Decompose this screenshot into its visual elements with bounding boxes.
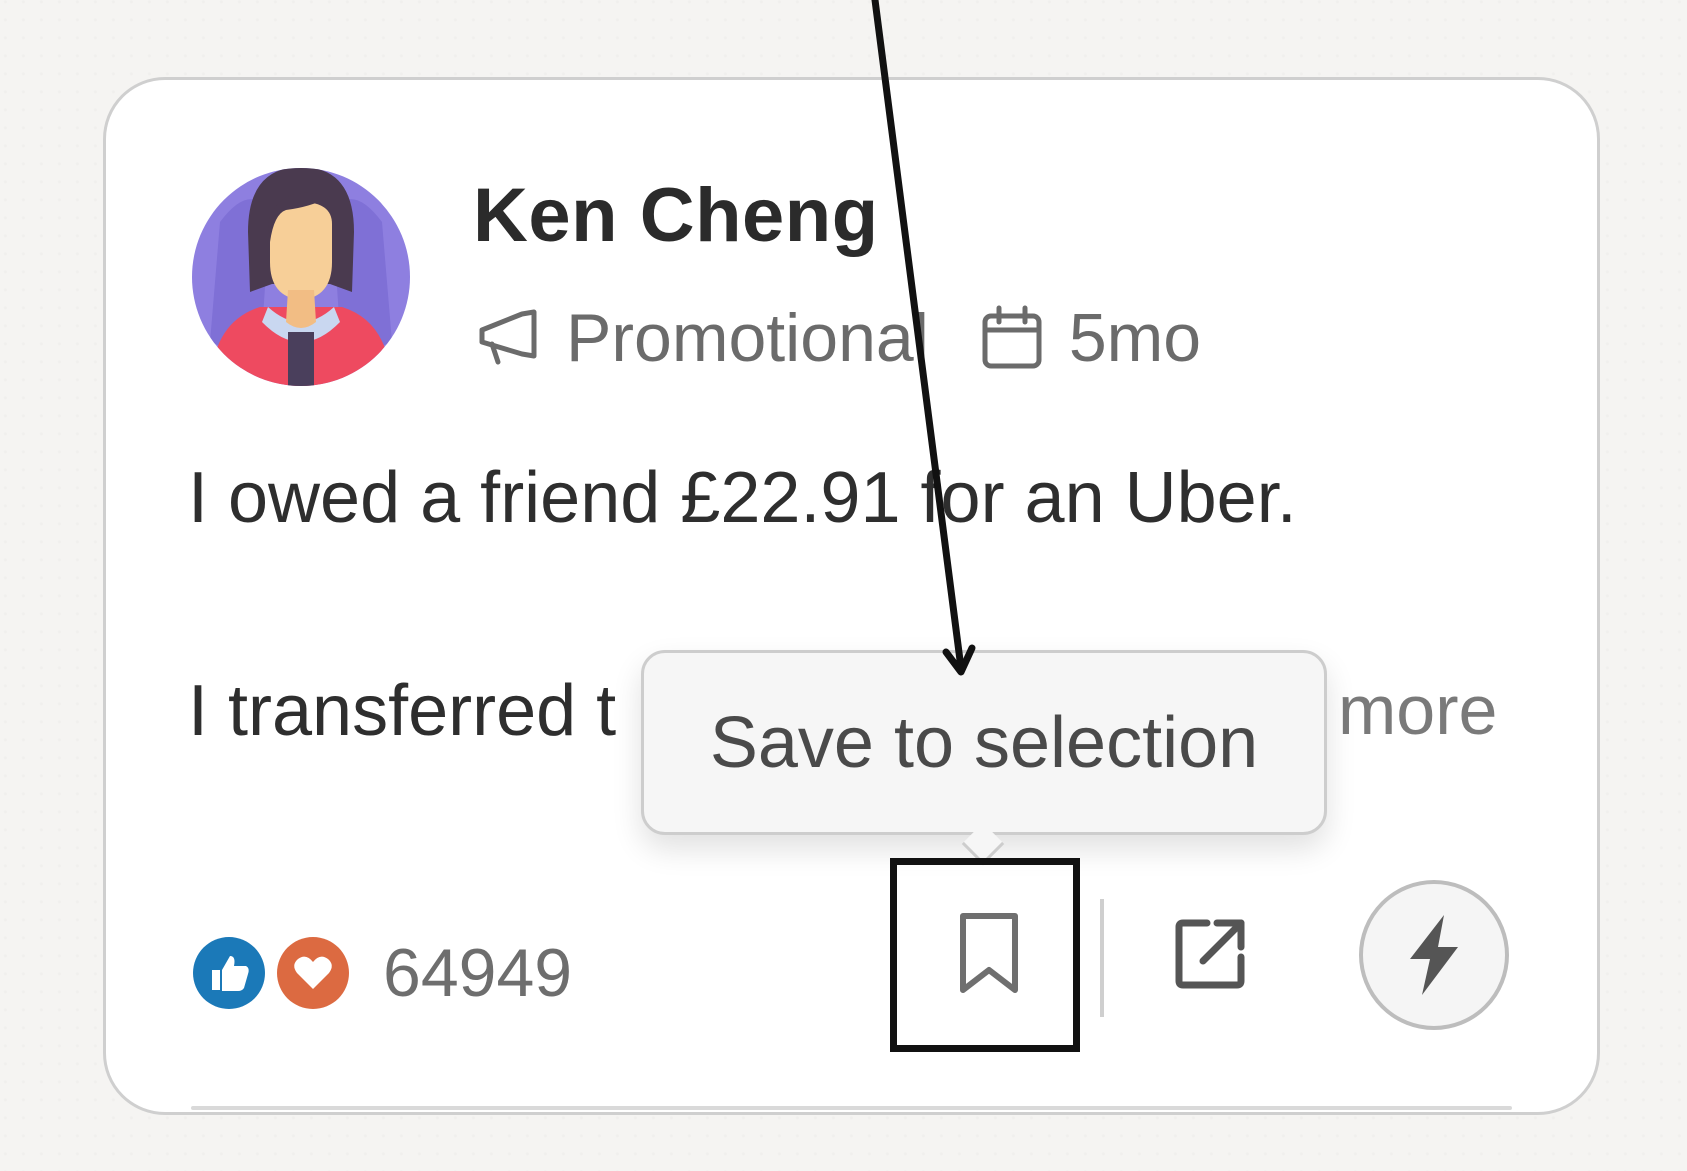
post-category: Promotional	[566, 300, 929, 376]
post-card: Ken Cheng Promotional 5mo I owed a frien…	[103, 77, 1600, 1115]
save-tooltip: Save to selection	[641, 650, 1327, 835]
heart-icon	[277, 937, 349, 1009]
share-button[interactable]	[1166, 908, 1256, 998]
post-text-line-2: I transferred t	[188, 671, 617, 751]
target-highlight-box	[890, 858, 1080, 1052]
calendar-icon	[979, 304, 1047, 372]
boost-button[interactable]	[1359, 880, 1509, 1030]
post-text-line-1: I owed a friend £22.91 for an Uber.	[188, 458, 1297, 538]
read-more-link[interactable]: more	[1338, 670, 1497, 750]
card-bottom-border	[191, 1106, 1512, 1110]
reactions-summary[interactable]: 64949	[193, 934, 572, 1012]
post-age: 5mo	[1068, 300, 1202, 376]
author-name[interactable]: Ken Cheng	[473, 172, 879, 259]
lightning-icon	[1410, 915, 1458, 995]
reaction-count: 64949	[383, 935, 573, 1011]
post-meta: Promotional 5mo	[476, 298, 1201, 378]
thumbs-up-icon	[193, 937, 265, 1009]
avatar[interactable]	[190, 162, 412, 388]
action-divider	[1100, 899, 1104, 1017]
external-share-icon	[1175, 919, 1245, 989]
avatar-illustration	[192, 168, 410, 386]
megaphone-icon	[476, 304, 544, 372]
